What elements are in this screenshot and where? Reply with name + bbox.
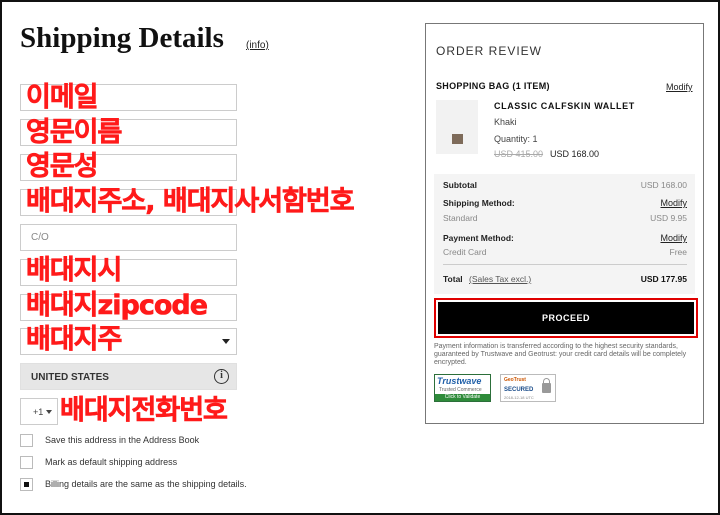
geotrust-badge[interactable]: GeoTrust SECURED 2018-12-18 UTC — [500, 374, 556, 402]
billing-same-checkbox-row[interactable]: Billing details are the same as the ship… — [20, 477, 247, 491]
product-old-price: USD 415.00 — [494, 149, 544, 159]
subtotal-label: Subtotal — [443, 180, 477, 190]
billing-same-label: Billing details are the same as the ship… — [45, 479, 247, 489]
modify-bag-link[interactable]: Modify — [666, 82, 693, 92]
proceed-button[interactable]: PROCEED — [438, 302, 694, 334]
default-address-checkbox[interactable] — [20, 455, 33, 469]
default-address-checkbox-row[interactable]: Mark as default shipping address — [20, 455, 177, 469]
annotation-email: 이메일 — [26, 82, 99, 114]
subtotal-value: USD 168.00 — [640, 180, 687, 190]
payment-label: Payment Method: — [443, 233, 514, 243]
order-review-panel: ORDER REVIEW SHOPPING BAG (1 ITEM) Modif… — [425, 23, 704, 424]
annotation-state: 배대지주 — [26, 324, 123, 356]
default-address-label: Mark as default shipping address — [45, 457, 178, 467]
annotation-city: 배대지시 — [26, 255, 123, 287]
annotation-english-surname: 영문성 — [26, 151, 99, 183]
proceed-highlight: PROCEED — [434, 298, 698, 338]
page-title: Shipping Details — [20, 22, 224, 54]
shipping-value: USD 9.95 — [650, 213, 687, 223]
geotrust-secured: SECURED — [504, 387, 534, 393]
phone-code-select[interactable]: +1 — [20, 398, 58, 425]
total-value: USD 177.95 — [640, 274, 687, 284]
modify-shipping-link[interactable]: Modify — [660, 198, 687, 208]
product-quantity: Quantity: 1 — [494, 134, 538, 144]
shipping-label: Shipping Method: — [443, 198, 515, 208]
payment-method: Credit Card — [443, 247, 487, 257]
country-value: UNITED STATES — [31, 372, 109, 383]
wallet-image — [452, 134, 463, 144]
annotation-english-name: 영문이름 — [26, 117, 123, 149]
product-name: CLASSIC CALFSKIN WALLET — [494, 101, 635, 111]
payment-value: Free — [669, 247, 687, 257]
sales-tax-link[interactable]: (Sales Tax excl.) — [469, 274, 531, 284]
order-summary: Subtotal USD 168.00 Shipping Method: Mod… — [434, 174, 695, 294]
co-input[interactable] — [21, 225, 236, 250]
order-review-title: ORDER REVIEW — [436, 44, 543, 58]
lock-icon — [542, 378, 551, 393]
save-address-checkbox[interactable] — [20, 433, 33, 447]
caret-down-icon — [46, 410, 53, 414]
chevron-down-icon — [222, 339, 230, 344]
info-icon[interactable]: i — [214, 369, 229, 384]
country-field: UNITED STATES i — [20, 363, 237, 390]
annotation-address: 배대지주소, 배대지사서함번호 — [26, 186, 355, 218]
summary-divider — [443, 264, 687, 265]
product-image[interactable] — [436, 100, 478, 154]
modify-payment-link[interactable]: Modify — [660, 233, 687, 243]
phone-code-value: +1 — [33, 407, 44, 417]
annotation-phone: 배대지전화번호 — [60, 395, 228, 427]
billing-same-checkbox[interactable] — [20, 477, 33, 491]
security-note: Payment information is transferred accor… — [434, 343, 687, 366]
trustwave-badge[interactable]: Trustwave Trusted Commerce Click to Vali… — [434, 374, 491, 402]
shopping-bag-heading: SHOPPING BAG (1 ITEM) — [436, 81, 550, 91]
product-price: USD 168.00 — [550, 149, 600, 159]
geotrust-logo: GeoTrust — [504, 377, 526, 383]
annotation-zipcode: 배대지zipcode — [26, 290, 209, 322]
save-address-label: Save this address in the Address Book — [45, 435, 200, 445]
geotrust-date: 2018-12-18 UTC — [504, 395, 534, 400]
trustwave-logo: Trustwave — [437, 376, 482, 386]
shipping-method: Standard — [443, 213, 478, 223]
trustwave-cta: Click to Validate — [435, 394, 490, 401]
trustwave-sub: Trusted Commerce — [439, 387, 482, 393]
info-link[interactable]: (info) — [246, 40, 269, 51]
co-field[interactable] — [20, 224, 237, 251]
save-address-checkbox-row[interactable]: Save this address in the Address Book — [20, 433, 199, 447]
product-color: Khaki — [494, 117, 517, 127]
total-label: Total — [443, 274, 463, 284]
